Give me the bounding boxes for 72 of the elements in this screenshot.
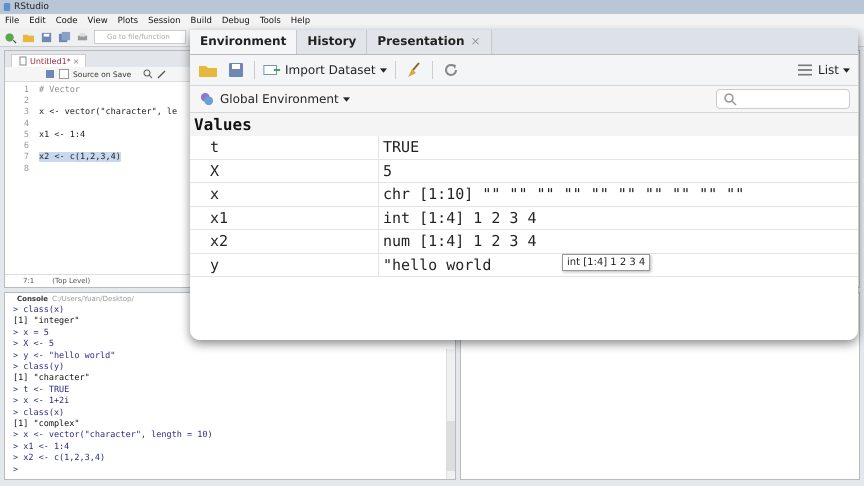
- menu-item[interactable]: Debug: [222, 16, 250, 26]
- variable-name: x1: [190, 206, 379, 229]
- save-icon[interactable]: [45, 69, 55, 79]
- variable-value: 5: [382, 162, 392, 180]
- variable-value: TRUE: [382, 138, 420, 156]
- caret-icon: [342, 96, 350, 102]
- menu-item[interactable]: Plots: [118, 16, 138, 26]
- code-line: x1 <- 1:4: [39, 130, 86, 140]
- line-number: 7: [22, 152, 30, 162]
- menu-item[interactable]: Edit: [29, 16, 46, 26]
- console-line: [1] "integer": [13, 316, 81, 328]
- variable-name: y: [190, 254, 379, 276]
- variable-name: t: [190, 136, 379, 158]
- save-all-icon[interactable]: [58, 30, 71, 44]
- pane-tab[interactable]: Environment: [190, 30, 298, 54]
- menu-item[interactable]: Code: [56, 16, 78, 26]
- line-number: 3: [22, 107, 30, 118]
- variable-name: x: [190, 183, 379, 206]
- line-number: 4: [22, 118, 30, 129]
- list-icon: [796, 63, 814, 77]
- editor-tab[interactable]: Untitled1* ×: [11, 54, 86, 67]
- console-line: > class(y): [13, 362, 66, 374]
- console-line: > x2 <- c(1,2,3,4): [13, 453, 106, 465]
- window-title: RStudio: [14, 2, 49, 12]
- print-icon[interactable]: [76, 30, 89, 44]
- console-line: [1] "complex": [13, 419, 81, 430]
- console-line: > x = 5: [13, 328, 50, 340]
- caret-icon: [843, 68, 850, 72]
- menu-item[interactable]: Build: [190, 16, 212, 26]
- console-line: > y <- "hello world": [13, 350, 116, 362]
- variable-value: int [1:4] 1 2 3 4: [382, 208, 537, 227]
- variable-name: x2: [190, 230, 379, 252]
- line-number: 2: [22, 96, 30, 106]
- line-number: 6: [22, 141, 30, 152]
- console-line: > x1 <- 1:4: [13, 442, 70, 454]
- console-line: > class(x): [13, 305, 66, 316]
- console-line: > t <- TRUE: [13, 384, 70, 396]
- console-line: > class(x): [13, 408, 66, 420]
- line-number: 1: [22, 84, 30, 95]
- line-number: 8: [22, 164, 30, 174]
- menu-item[interactable]: Tools: [260, 16, 281, 26]
- section-header: Values: [190, 113, 858, 136]
- view-mode-button[interactable]: List: [796, 63, 850, 77]
- environment-selector[interactable]: Global Environment: [198, 92, 350, 106]
- console-line: > x <- vector("character", length = 10): [13, 430, 214, 442]
- console-line: [1] "character": [13, 373, 91, 385]
- tooltip: int [1:4] 1 2 3 4: [562, 254, 650, 271]
- code-line: x <- vector("character", le: [39, 107, 178, 118]
- search-field[interactable]: [716, 89, 850, 109]
- pane-tab[interactable]: History: [297, 30, 368, 54]
- environment-icon: [198, 92, 216, 106]
- menu-item[interactable]: File: [5, 16, 20, 26]
- console-line: > X <- 5: [13, 339, 55, 351]
- console-line: > x <- 1+2i: [13, 396, 70, 408]
- menu-item[interactable]: View: [87, 16, 108, 26]
- pane-tab[interactable]: Presentation ×: [367, 30, 492, 54]
- variable-name: X: [190, 160, 379, 182]
- console-prompt: >: [13, 464, 18, 475]
- search-icon[interactable]: [143, 69, 154, 79]
- line-number: 5: [22, 130, 30, 140]
- code-line: # Vector: [39, 84, 80, 95]
- variable-value: "hello world: [382, 256, 492, 274]
- save-icon[interactable]: [40, 30, 53, 44]
- app-icon: [3, 2, 11, 12]
- variable-value: chr [1:10] "" "" "" "" "" "" "" "" "" "": [382, 185, 744, 204]
- menu-item[interactable]: Help: [290, 16, 310, 26]
- save-icon[interactable]: [226, 61, 246, 79]
- menu-item[interactable]: Session: [148, 16, 181, 26]
- scrollbar[interactable]: [446, 349, 455, 479]
- checkbox[interactable]: [59, 69, 69, 79]
- import-dataset-button[interactable]: Import Dataset: [263, 63, 387, 77]
- variable-value: num [1:4] 1 2 3 4: [382, 232, 537, 250]
